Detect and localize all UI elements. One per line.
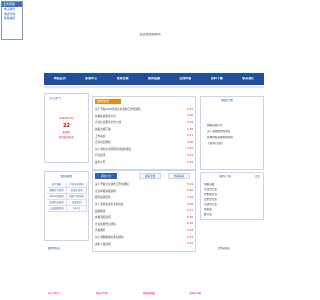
service-link[interactable]: 公交线路查询 [47, 206, 67, 212]
announce-item[interactable]: 在线申报系统使用说明 [207, 136, 233, 139]
tab-row[interactable]: 办事流程说明 5-16 [95, 214, 193, 221]
nav-divider [44, 86, 264, 88]
download-title: 资料下载 [219, 175, 232, 178]
news-row[interactable]: 政策法规汇编 5-18 [95, 126, 193, 133]
download-more-link[interactable]: 更多 [255, 175, 260, 178]
tab-row[interactable]: 关于调整收费标准的通知 5-13 [95, 234, 193, 241]
download-item[interactable]: 注销登记表 [204, 203, 217, 206]
tabs-panel: 通知公告 政策法规 办事指南 关于开展企业调查工作的通知 5-21 企业年报填报说… [92, 170, 196, 252]
service-link[interactable]: 万年历 [67, 206, 87, 212]
download-item[interactable]: 变更登记表 [204, 198, 217, 201]
tab-row[interactable]: 服务指南更新 5-19 [95, 194, 193, 201]
news-row[interactable]: 工作动态 5-17 [95, 132, 193, 139]
nav-item-apply[interactable]: 在线申报 [179, 77, 191, 81]
footer-link[interactable]: 联系方式 [96, 292, 108, 296]
main-nav: 网站首页 新闻中心 政策法规 服务指南 在线申报 资料下载 联系我们 [44, 73, 264, 85]
news-title: 最新动态 [95, 99, 121, 104]
news-row[interactable]: 办事指南更新公告 5-20 [95, 113, 193, 120]
announce-panel: 网站公告 网站改版公告 关于系统维护的通知 在线申报系统使用说明 下载中心更新 [200, 96, 264, 170]
nav-item-policy[interactable]: 政策法规 [117, 77, 129, 81]
announce-item[interactable]: 网站改版公告 [207, 124, 223, 127]
tab-row[interactable]: 资料下载说明 5-12 [95, 240, 193, 247]
tab-row[interactable]: 关于表彰先进企业的决定 5-18 [95, 201, 193, 208]
services-title: 便民服务 [60, 175, 73, 178]
weather-panel: 今日天气 2010年 5月 22 星期六 农历四月初九 [44, 93, 89, 163]
quick-nav-link-3[interactable]: 邮政编码 [2, 16, 22, 21]
tab-row[interactable]: 咨询服务 5-14 [95, 227, 193, 234]
download-item[interactable]: 年检报告书 [204, 193, 217, 196]
announce-item[interactable]: 下载中心更新 [207, 142, 223, 145]
links-title: 友情链接 [218, 247, 231, 250]
quick-nav-box: 业务导航 电子邮件 电话查询 邮政编码 [1, 1, 23, 40]
weather-weekday: 星期六 [62, 131, 71, 134]
services-panel: 便民服务 天气预报 手机号码查询 邮编区号查询 身份证查询 列车时刻查询 国际汇… [44, 171, 89, 241]
nav-item-news[interactable]: 新闻中心 [85, 77, 97, 81]
weather-note: 农历四月初九 [58, 136, 75, 139]
download-item[interactable]: 企业登记表 [204, 188, 217, 191]
tab-notice[interactable]: 通知公告 [95, 173, 117, 179]
download-item[interactable]: 备案表 [204, 208, 212, 211]
download-item[interactable]: 统计表 [204, 213, 212, 216]
nav-item-guide[interactable]: 服务指南 [148, 77, 160, 81]
tab-row[interactable]: 企业注册登记须知 5-15 [95, 221, 193, 228]
announce-item[interactable]: 关于系统维护的通知 [207, 130, 230, 133]
site-tagline: 企业信息服务网 [139, 33, 161, 36]
weather-title: 今日天气 [49, 97, 62, 100]
footer-link[interactable]: 法律声明 [189, 292, 201, 296]
news-row[interactable]: 企业培训通知 5-16 [95, 139, 193, 146]
download-panel: 资料下载 更多 申报表格 企业登记表 年检报告书 变更登记表 注销登记表 备案表… [200, 172, 264, 220]
left-footer-title: 服务热点 [48, 247, 61, 250]
tab-row[interactable]: 关于开展企业调查工作的通知 5-21 [95, 181, 193, 188]
nav-item-contact[interactable]: 联系我们 [242, 77, 254, 81]
news-row[interactable]: 行业资讯 5-14 [95, 152, 193, 159]
nav-item-download[interactable]: 资料下载 [211, 77, 223, 81]
nav-item-home[interactable]: 网站首页 [54, 77, 66, 81]
footer-link[interactable]: 关于我们 [48, 292, 60, 296]
download-item[interactable]: 申报表格 [204, 183, 214, 186]
news-panel: 最新动态 关于开展2010年度企业年检工作的通知 5-21 办事指南更新公告 5-2… [92, 96, 196, 170]
news-row[interactable]: 关于开展2010年度企业年检工作的通知 5-21 [95, 106, 193, 113]
tab-policy[interactable]: 政策法规 [139, 173, 161, 179]
tab-row[interactable]: 政策解读 5-17 [95, 207, 193, 214]
weather-day: 22 [63, 123, 70, 129]
tab-guide[interactable]: 办事指南 [168, 173, 190, 179]
announce-title: 网站公告 [221, 99, 234, 102]
tab-row[interactable]: 企业年报填报说明 5-20 [95, 188, 193, 195]
news-row[interactable]: 关于举办企业管理培训班的通知 5-15 [95, 146, 193, 153]
news-row[interactable]: 企业信息服务平台上线 5-19 [95, 119, 193, 126]
footer-link[interactable]: 网站地图 [143, 292, 155, 296]
weather-date-line: 2010年 5月 [59, 117, 74, 120]
news-row[interactable]: 政务公开 5-13 [95, 159, 193, 166]
